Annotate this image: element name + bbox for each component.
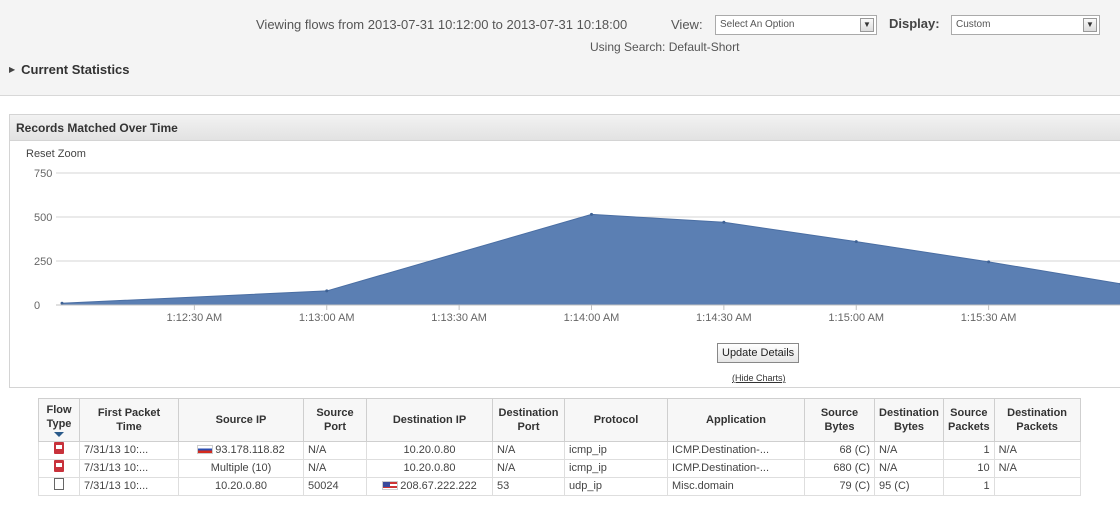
- source-bytes-cell: 68 (C): [804, 441, 875, 460]
- data-point: [325, 289, 329, 293]
- source-port-cell[interactable]: N/A: [303, 441, 367, 460]
- destination-port-cell[interactable]: 53: [492, 477, 565, 496]
- destination-bytes-cell: N/A: [874, 441, 944, 460]
- blank-flow-icon[interactable]: [54, 478, 64, 490]
- table-row[interactable]: 7/31/13 10:... Multiple (10) N/A 10.20.0.80…: [38, 459, 1081, 478]
- records-chart-panel: Records Matched Over Time Reset Zoom 0 25…: [9, 114, 1120, 388]
- column-header-destination-port[interactable]: Destination Port: [492, 398, 565, 442]
- x-tick-label: 1:15:00 AM: [828, 312, 884, 324]
- column-header-source-bytes[interactable]: Source Bytes: [804, 398, 875, 442]
- protocol-cell[interactable]: icmp_ip: [564, 441, 668, 460]
- records-chart[interactable]: 0 250 500 750 1:12:30 AM 1:13:00 AM 1:13:30 AM…: [10, 155, 1120, 335]
- destination-bytes-cell: 95 (C): [874, 477, 944, 496]
- x-tick-label: 1:15:30 AM: [961, 312, 1017, 324]
- application-cell[interactable]: Misc.domain: [667, 477, 805, 496]
- table-header-row: Flow Type First Packet Time Source IP So…: [38, 398, 1081, 442]
- source-packets-cell: 1: [943, 441, 995, 460]
- flow-type-cell[interactable]: [38, 477, 80, 496]
- source-bytes-cell: 79 (C): [804, 477, 875, 496]
- data-point: [854, 240, 858, 244]
- area-series: [61, 213, 1120, 306]
- y-tick-label: 500: [34, 212, 52, 224]
- us-flag-icon: [382, 481, 399, 490]
- source-ip-cell[interactable]: 10.20.0.80: [178, 477, 304, 496]
- x-tick-label: 1:12:30 AM: [167, 312, 223, 324]
- first-packet-time-cell[interactable]: 7/31/13 10:...: [79, 477, 179, 496]
- sort-descending-icon: [54, 432, 64, 437]
- red-flow-icon[interactable]: [54, 460, 64, 472]
- flows-table: Flow Type First Packet Time Source IP So…: [38, 398, 1081, 496]
- view-select[interactable]: Select An Option ▼: [715, 15, 877, 35]
- flow-type-cell[interactable]: [38, 441, 80, 460]
- data-point: [987, 260, 991, 264]
- source-packets-cell: 1: [943, 477, 995, 496]
- hide-charts-link[interactable]: (Hide Charts): [732, 373, 786, 383]
- x-tick-label: 1:13:30 AM: [431, 312, 487, 324]
- first-packet-time-cell[interactable]: 7/31/13 10:...: [79, 441, 179, 460]
- flow-type-cell[interactable]: [38, 459, 80, 478]
- data-point: [60, 301, 64, 305]
- x-tick-label: 1:14:30 AM: [696, 312, 752, 324]
- column-header-source-packets[interactable]: Source Packets: [943, 398, 995, 442]
- destination-packets-cell: N/A: [993, 459, 1081, 478]
- destination-port-cell[interactable]: N/A: [492, 441, 565, 460]
- column-header-application[interactable]: Application: [667, 398, 805, 442]
- source-packets-cell: 10: [943, 459, 995, 478]
- source-port-cell[interactable]: N/A: [303, 459, 367, 478]
- y-tick-label: 0: [34, 300, 40, 312]
- destination-packets-cell: [993, 477, 1081, 496]
- russia-flag-icon: [197, 445, 214, 454]
- source-bytes-cell: 680 (C): [804, 459, 875, 478]
- display-select[interactable]: Custom ▼: [951, 15, 1100, 35]
- first-packet-time-cell[interactable]: 7/31/13 10:...: [79, 459, 179, 478]
- expand-triangle-icon: ▶: [9, 65, 16, 74]
- y-tick-label: 250: [34, 256, 52, 268]
- x-tick-label: 1:14:00 AM: [564, 312, 620, 324]
- current-statistics-label: Current Statistics: [21, 62, 130, 77]
- destination-bytes-cell: N/A: [874, 459, 944, 478]
- source-ip-cell[interactable]: 93.178.118.82: [178, 441, 304, 460]
- update-details-button[interactable]: Update Details: [717, 343, 800, 363]
- display-label: Display:: [889, 16, 940, 31]
- view-label: View:: [671, 17, 703, 32]
- panel-title: Records Matched Over Time: [10, 115, 1120, 141]
- view-select-value: Select An Option: [720, 19, 795, 30]
- display-select-value: Custom: [956, 19, 991, 30]
- destination-ip-cell[interactable]: 10.20.0.80: [366, 459, 493, 478]
- column-header-destination-packets[interactable]: Destination Packets: [993, 398, 1081, 442]
- chevron-down-icon: ▼: [860, 18, 874, 32]
- current-statistics-toggle[interactable]: ▶ Current Statistics: [9, 62, 130, 77]
- source-ip-cell[interactable]: Multiple (10): [178, 459, 304, 478]
- column-header-first-packet-time[interactable]: First Packet Time: [79, 398, 179, 442]
- protocol-cell[interactable]: udp_ip: [564, 477, 668, 496]
- column-header-destination-ip[interactable]: Destination IP: [366, 398, 493, 442]
- viewing-range-text: Viewing flows from 2013-07-31 10:12:00 t…: [256, 17, 628, 32]
- table-row[interactable]: 7/31/13 10:... 10.20.0.80 50024 208.67.222.…: [38, 477, 1081, 496]
- application-cell[interactable]: ICMP.Destination-...: [667, 441, 805, 460]
- x-tick-label: 1:13:00 AM: [299, 312, 355, 324]
- destination-packets-cell: N/A: [993, 441, 1081, 460]
- table-row[interactable]: 7/31/13 10:... 93.178.118.82 N/A 10.20.0.80…: [38, 441, 1081, 460]
- header-bar: Viewing flows from 2013-07-31 10:12:00 t…: [0, 0, 1120, 96]
- data-point: [590, 212, 593, 216]
- protocol-cell[interactable]: icmp_ip: [564, 459, 668, 478]
- red-flow-icon[interactable]: [54, 442, 64, 454]
- column-header-protocol[interactable]: Protocol: [564, 398, 668, 442]
- column-header-destination-bytes[interactable]: Destination Bytes: [874, 398, 944, 442]
- y-tick-label: 750: [34, 168, 52, 180]
- destination-ip-cell[interactable]: 10.20.0.80: [366, 441, 493, 460]
- column-header-source-ip[interactable]: Source IP: [178, 398, 304, 442]
- destination-ip-cell[interactable]: 208.67.222.222: [366, 477, 493, 496]
- column-header-source-port[interactable]: Source Port: [303, 398, 367, 442]
- data-point: [722, 220, 726, 224]
- source-port-cell[interactable]: 50024: [303, 477, 367, 496]
- application-cell[interactable]: ICMP.Destination-...: [667, 459, 805, 478]
- destination-port-cell[interactable]: N/A: [492, 459, 565, 478]
- chevron-down-icon: ▼: [1083, 18, 1097, 32]
- using-search-text: Using Search: Default-Short: [590, 40, 740, 54]
- column-header-flow-type[interactable]: Flow Type: [38, 398, 80, 442]
